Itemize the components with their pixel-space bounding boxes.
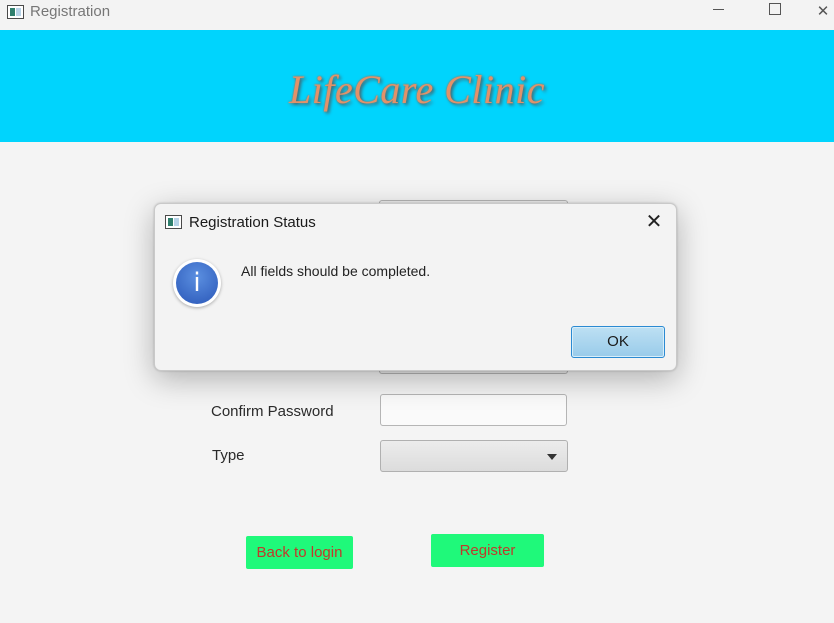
minimize-icon <box>712 8 724 10</box>
type-select[interactable] <box>380 440 568 472</box>
maximize-button[interactable] <box>752 0 798 30</box>
back-to-login-button[interactable]: Back to login <box>246 536 353 569</box>
chevron-down-icon <box>547 454 557 460</box>
registration-status-dialog: Registration Status ✕ i All fields shoul… <box>154 203 677 371</box>
dialog-message: All fields should be completed. <box>241 263 431 279</box>
header-banner: LifeCare Clinic <box>0 30 834 142</box>
close-icon: ✕ <box>645 211 663 233</box>
title-bar: Registration ✕ <box>0 0 834 30</box>
dialog-close-button[interactable]: ✕ <box>644 210 664 234</box>
close-window-button[interactable]: ✕ <box>808 0 834 30</box>
info-icon: i <box>173 259 221 307</box>
ok-button[interactable]: OK <box>571 326 665 358</box>
dialog-app-icon <box>165 215 182 229</box>
close-icon: ✕ <box>816 3 830 20</box>
register-button[interactable]: Register <box>431 534 544 567</box>
maximize-icon <box>769 3 781 16</box>
app-icon <box>7 5 24 19</box>
confirm-password-label: Confirm Password <box>211 403 334 420</box>
window-title: Registration <box>30 3 111 20</box>
dialog-title: Registration Status <box>189 214 316 231</box>
type-label: Type <box>212 447 245 464</box>
clinic-title: LifeCare Clinic <box>288 67 545 112</box>
confirm-password-input[interactable] <box>380 394 567 426</box>
minimize-button[interactable] <box>695 0 741 30</box>
info-icon-glyph: i <box>176 262 218 304</box>
